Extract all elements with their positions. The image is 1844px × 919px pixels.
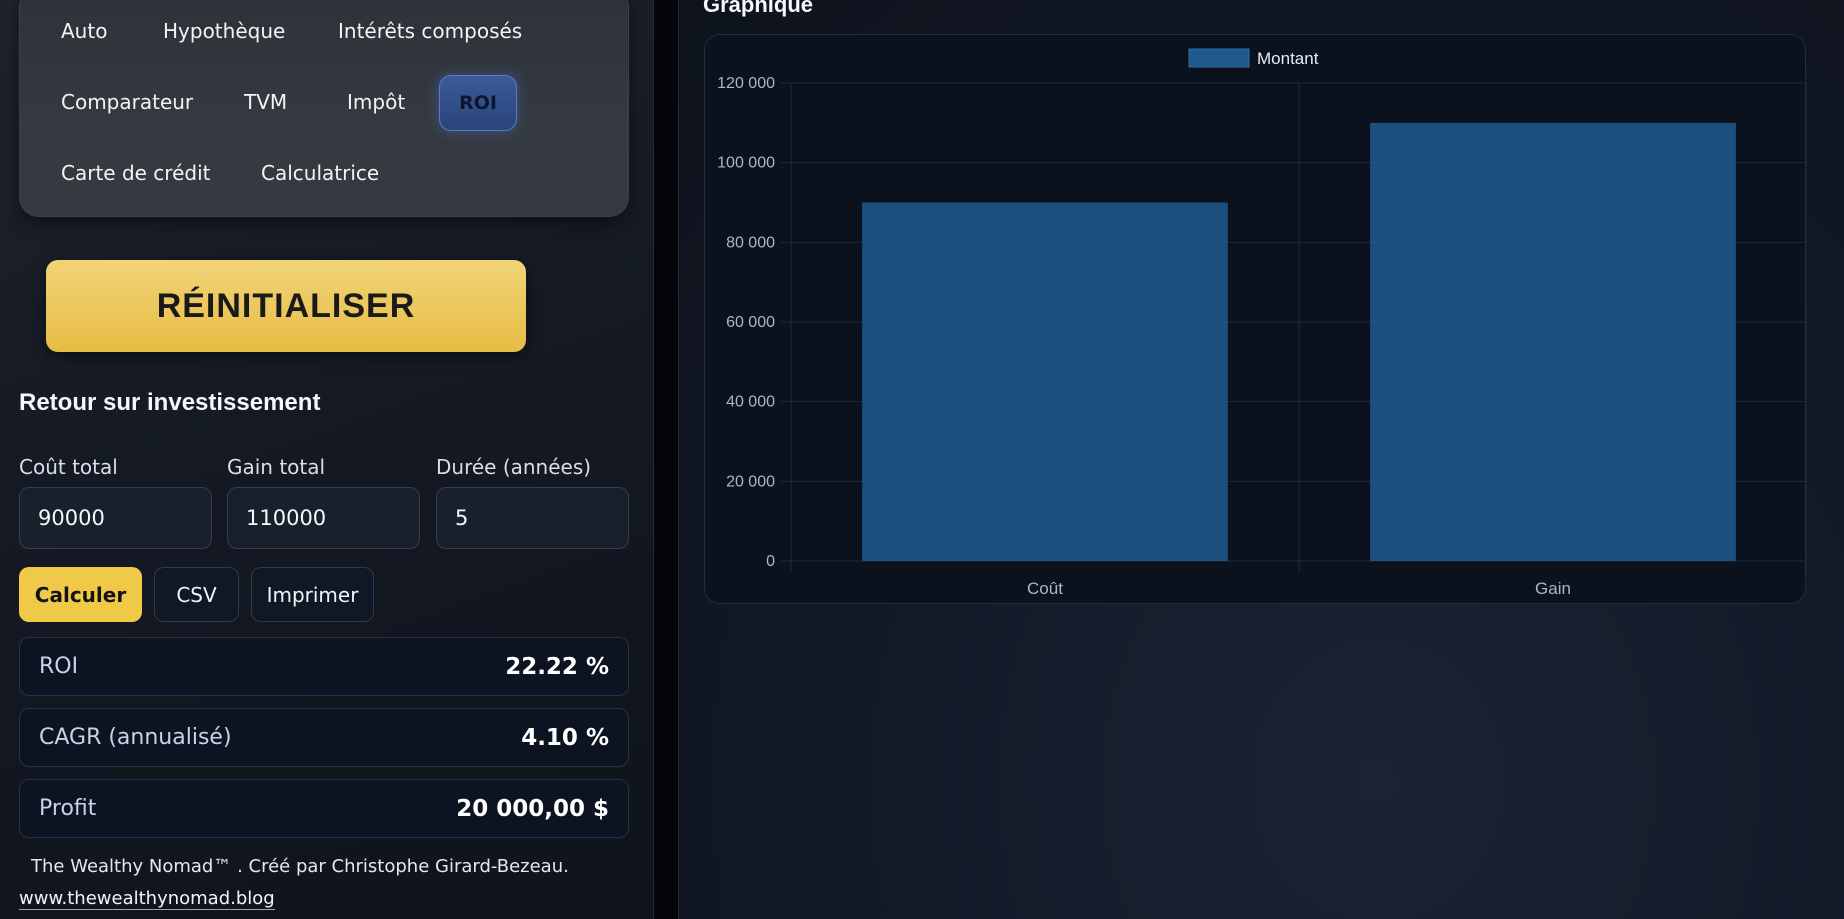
chart-panel: Graphique 0 20 000 40 000 60 000 80 000 100 0… (678, 0, 1844, 919)
y-tick-label: 40 000 (726, 394, 775, 411)
x-tick-label: Coût (1027, 579, 1063, 598)
nav-item-carte-de-credit[interactable]: Carte de crédit (61, 161, 210, 185)
y-tick-label: 60 000 (726, 314, 775, 331)
nav-item-roi[interactable]: ROI (439, 75, 517, 131)
total-cost-label: Coût total (19, 455, 118, 479)
y-tick-label: 100 000 (717, 155, 775, 172)
chart-title: Graphique (703, 0, 814, 17)
result-value: 20 000,00 $ (456, 795, 609, 822)
total-gain-input[interactable] (227, 487, 420, 549)
nav-item-auto[interactable]: Auto (61, 19, 107, 43)
y-tick-label: 20 000 (726, 473, 775, 490)
result-value: 22.22 % (505, 653, 609, 680)
y-tick-label: 0 (766, 553, 775, 570)
result-roi: ROI 22.22 % (19, 637, 629, 696)
nav-item-comparateur[interactable]: Comparateur (61, 90, 193, 114)
duration-input[interactable] (436, 487, 629, 549)
nav-item-impot[interactable]: Impôt (347, 90, 405, 114)
result-profit: Profit 20 000,00 $ (19, 779, 629, 838)
y-tick-label: 120 000 (717, 75, 775, 92)
footer-credit: The Wealthy Nomad™ . Créé par Christophe… (31, 856, 569, 877)
legend-label: Montant (1257, 49, 1319, 68)
nav-item-tvm[interactable]: TVM (244, 90, 287, 114)
x-tick-label: Gain (1535, 579, 1571, 598)
bar-gain (1370, 122, 1736, 561)
legend-swatch (1188, 48, 1250, 68)
calculator-panel: Auto Hypothèque Intérêts composés Compar… (0, 0, 654, 919)
print-button[interactable]: Imprimer (251, 567, 374, 622)
result-label: ROI (39, 654, 79, 679)
total-gain-label: Gain total (227, 455, 326, 479)
result-label: CAGR (annualisé) (39, 725, 232, 750)
section-title: Retour sur investissement (19, 389, 321, 416)
result-cagr: CAGR (annualisé) 4.10 % (19, 708, 629, 767)
reset-button[interactable]: RÉINITIALISER (46, 260, 526, 352)
calculate-button[interactable]: Calculer (19, 567, 142, 622)
duration-label: Durée (années) (436, 455, 592, 479)
calculator-nav: Auto Hypothèque Intérêts composés Compar… (19, 0, 629, 217)
total-cost-input[interactable] (19, 487, 212, 549)
nav-item-hypotheque[interactable]: Hypothèque (163, 19, 285, 43)
result-value: 4.10 % (521, 724, 609, 751)
result-label: Profit (39, 796, 97, 821)
chart-card: 0 20 000 40 000 60 000 80 000 100 000 120 000 C… (704, 34, 1807, 604)
nav-item-calculatrice[interactable]: Calculatrice (261, 161, 379, 185)
y-tick-label: 80 000 (726, 234, 775, 251)
bar-coût (862, 202, 1228, 561)
nav-item-interets-composes[interactable]: Intérêts composés (338, 19, 522, 43)
csv-button[interactable]: CSV (154, 567, 239, 622)
panel-divider (654, 0, 678, 919)
bar-chart: 0 20 000 40 000 60 000 80 000 100 000 120 000 C… (717, 48, 1807, 598)
footer-link[interactable]: www.thewealthynomad.blog (19, 888, 275, 910)
